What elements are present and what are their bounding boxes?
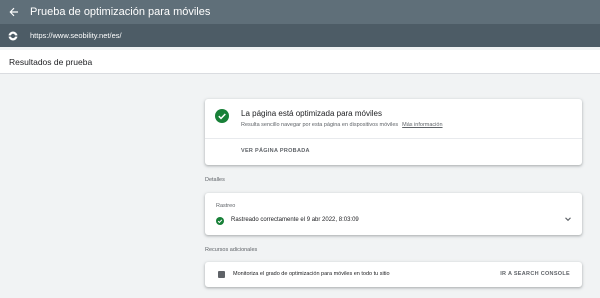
more-info-link[interactable]: Más información [402,122,442,128]
app-header: Prueba de optimización para móviles [0,0,600,24]
results-title: Resultados de prueba [9,56,93,67]
details-label: Detalles [205,177,225,183]
page-title: Prueba de optimización para móviles [30,6,211,18]
resource-description: Monitoriza el grado de optimización para… [233,271,390,277]
resource-card: Monitoriza el grado de optimización para… [205,262,582,287]
chart-icon [218,271,225,278]
url-bar: https://www.seobility.net/es/ [0,24,600,47]
result-description: Resulta sencillo navegar por esta página… [241,122,399,128]
crawl-status-text: Rastreado correctamente el 9 abr 2022, 8… [231,217,359,223]
check-circle-icon [215,109,229,123]
card-divider [205,138,582,139]
result-title: La página está optimizada para móviles [241,109,382,118]
result-summary-card: La página está optimizada para móviles R… [205,99,582,165]
results-header: Resultados de prueba [0,50,600,74]
arrow-left-icon[interactable] [2,0,26,24]
view-tested-page-button[interactable]: VER PÁGINA PROBADA [241,148,310,154]
crawl-card[interactable]: Rastreo Rastreado correctamente el 9 abr… [205,193,582,235]
crawl-label: Rastreo [216,203,236,209]
globe-icon [8,31,18,41]
chevron-down-icon[interactable] [564,215,572,223]
tested-url[interactable]: https://www.seobility.net/es/ [30,31,122,40]
search-console-link[interactable]: IR A SEARCH CONSOLE [500,271,570,277]
result-subtitle: Resulta sencillo navegar por esta página… [241,122,443,128]
additional-resources-label: Recursos adicionales [205,247,258,253]
check-circle-icon [216,217,224,225]
